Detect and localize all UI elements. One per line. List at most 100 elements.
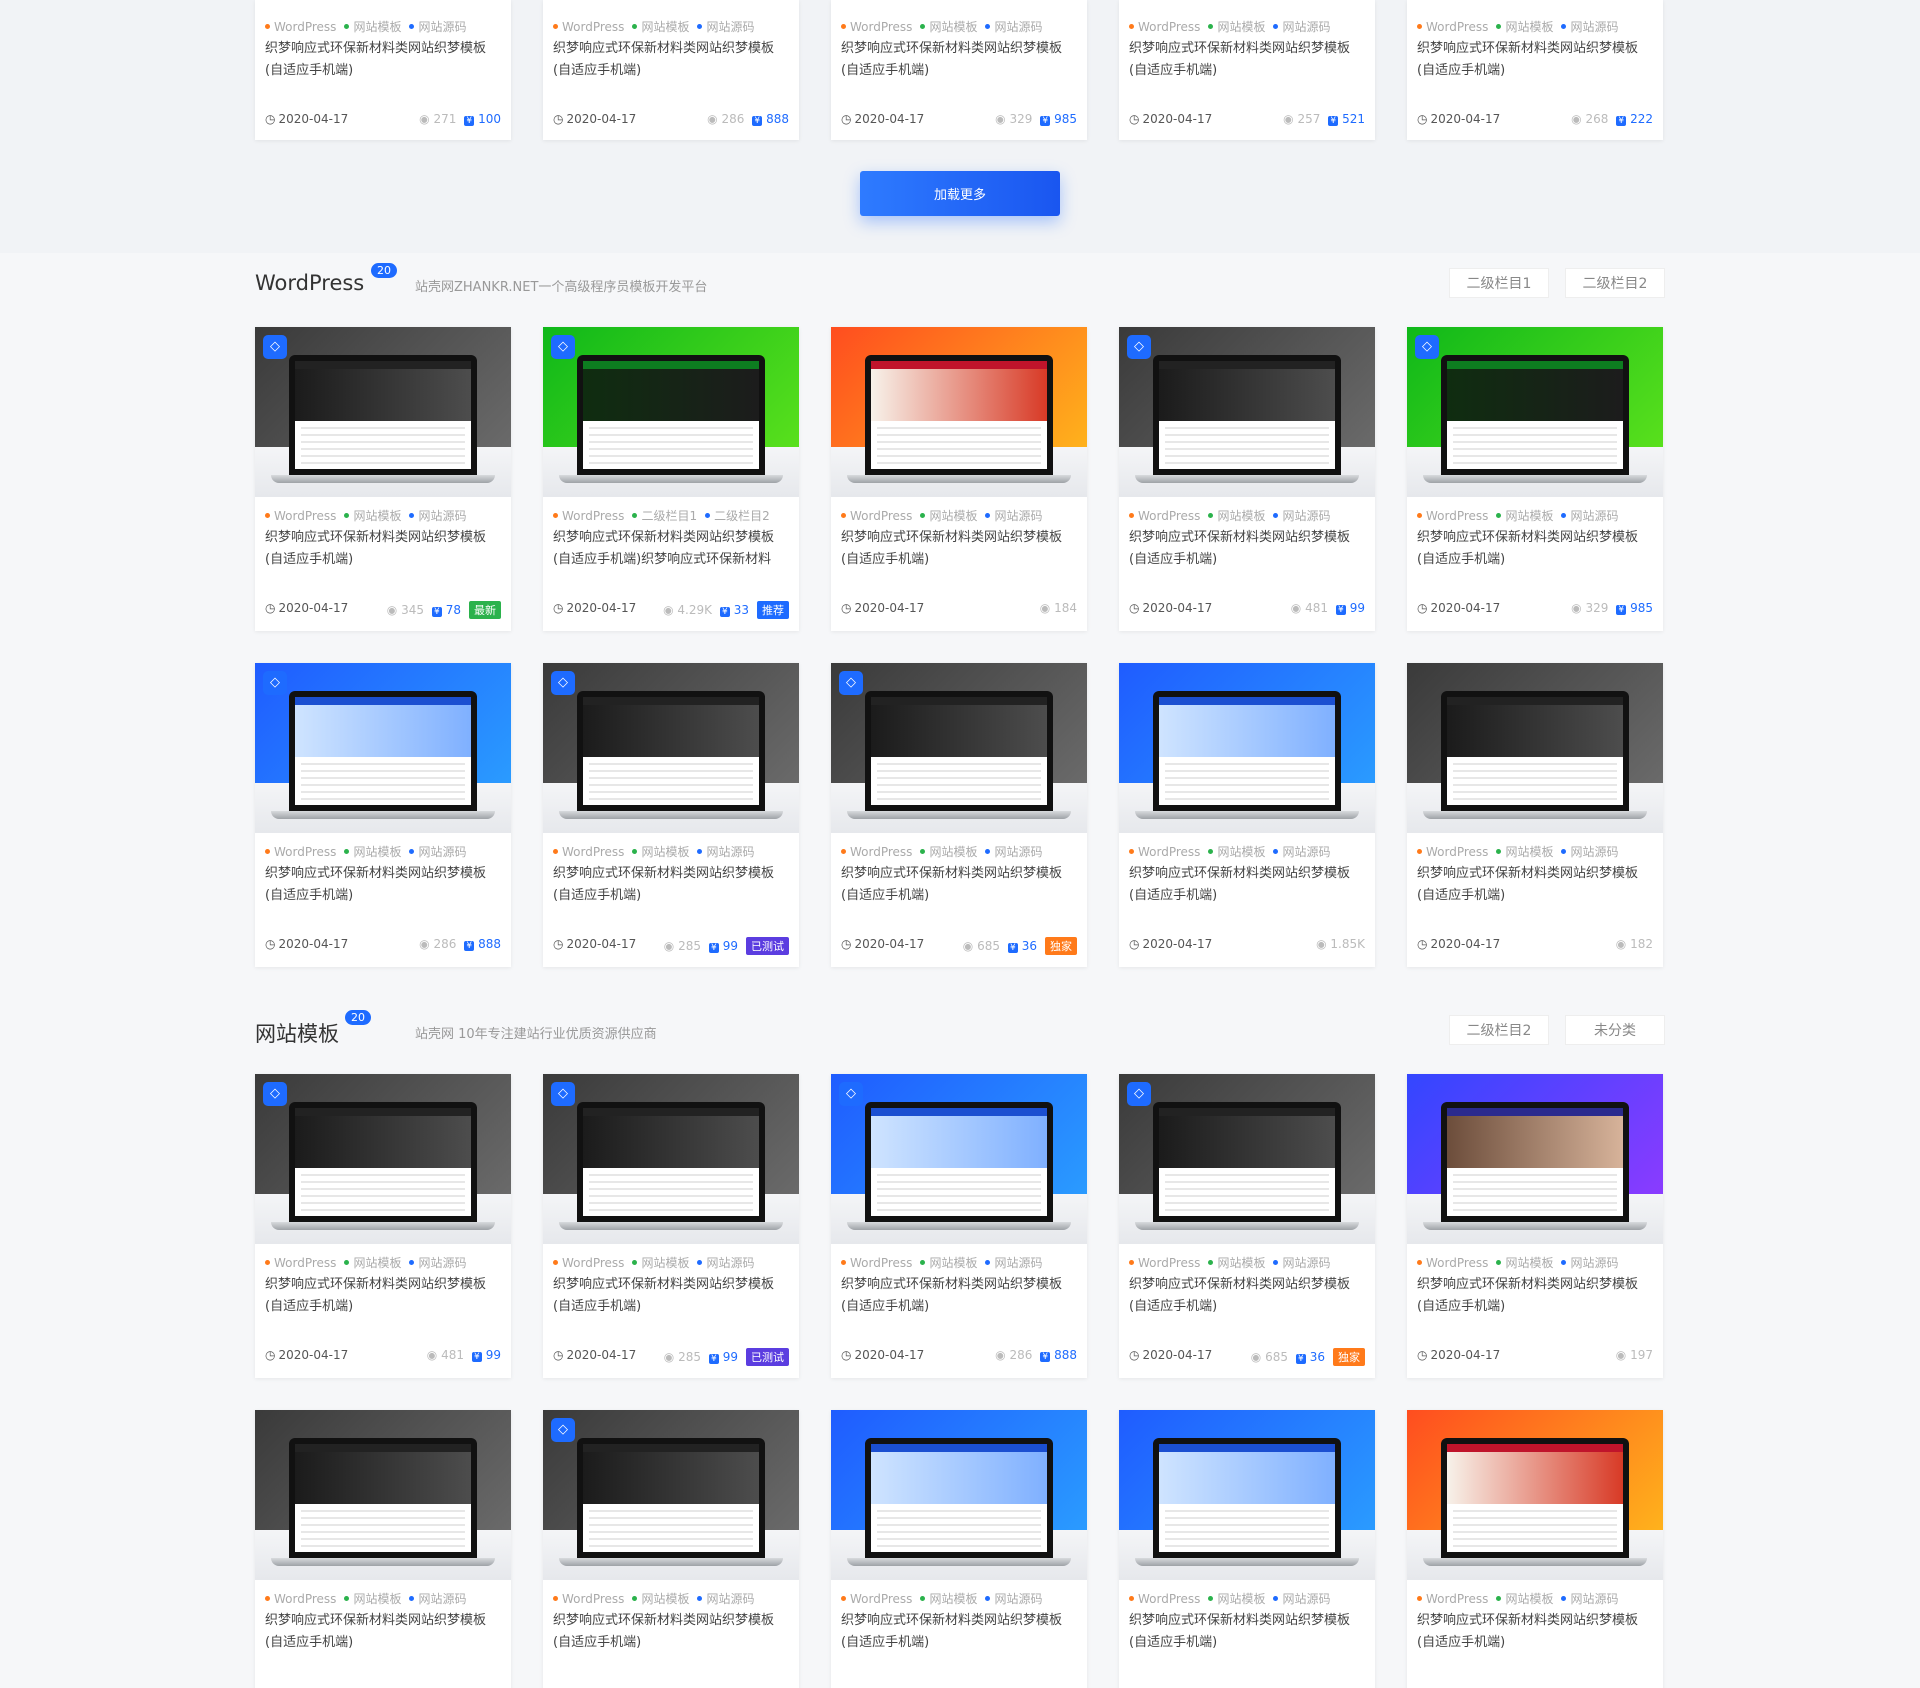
card-title[interactable]: 织梦响应式环保新材料类网站织梦模板(自适应手机端)织梦响应式环保新材料 bbox=[553, 527, 791, 571]
card-title[interactable]: 织梦响应式环保新材料类网站织梦模板(自适应手机端) bbox=[841, 38, 1079, 82]
tag-link[interactable]: WordPress bbox=[553, 1592, 624, 1606]
resource-card[interactable]: WordPress 网站模板 网站源码 织梦响应式环保新材料类网站织梦模板(自适应手机… bbox=[1119, 663, 1375, 967]
tag-link[interactable]: 网站源码 bbox=[1273, 1592, 1330, 1606]
tag-link[interactable]: 网站模板 bbox=[632, 845, 689, 859]
tag-link[interactable]: WordPress bbox=[1417, 1256, 1488, 1270]
card-title[interactable]: 织梦响应式环保新材料类网站织梦模板(自适应手机端) bbox=[265, 1274, 503, 1318]
tag-link[interactable]: 网站模板 bbox=[1496, 1592, 1553, 1606]
card-thumbnail[interactable] bbox=[1407, 1410, 1663, 1580]
card-title[interactable]: 织梦响应式环保新材料类网站织梦模板(自适应手机端) bbox=[1417, 1274, 1655, 1318]
card-title[interactable]: 织梦响应式环保新材料类网站织梦模板(自适应手机端) bbox=[1417, 527, 1655, 571]
tag-link[interactable]: 网站源码 bbox=[1273, 1256, 1330, 1270]
card-thumbnail[interactable] bbox=[1407, 663, 1663, 833]
card-title[interactable]: 织梦响应式环保新材料类网站织梦模板(自适应手机端) bbox=[1129, 863, 1367, 907]
tag-link[interactable]: 网站模板 bbox=[920, 1256, 977, 1270]
tag-link[interactable]: WordPress bbox=[1129, 509, 1200, 523]
card-title[interactable]: 织梦响应式环保新材料类网站织梦模板(自适应手机端) bbox=[553, 1274, 791, 1318]
tag-link[interactable]: 网站源码 bbox=[409, 845, 466, 859]
card-thumbnail[interactable]: ◇ bbox=[255, 1074, 511, 1244]
card-title[interactable]: 织梦响应式环保新材料类网站织梦模板(自适应手机端) bbox=[1417, 863, 1655, 907]
tag-link[interactable]: 网站源码 bbox=[985, 1592, 1042, 1606]
tag-link[interactable]: 二级栏目2 bbox=[705, 509, 770, 523]
tag-link[interactable]: 网站模板 bbox=[920, 845, 977, 859]
resource-card[interactable]: ◇ WordPress 网站模板 网站源码 织梦响应式环保新材料类网站织梦模板(自适应手… bbox=[255, 1074, 511, 1378]
card-thumbnail[interactable]: ◇ bbox=[543, 1074, 799, 1244]
card-title[interactable]: 织梦响应式环保新材料类网站织梦模板(自适应手机端) bbox=[553, 863, 791, 907]
tag-link[interactable]: WordPress bbox=[1129, 1592, 1200, 1606]
card-title[interactable]: 织梦响应式环保新材料类网站织梦模板(自适应手机端) bbox=[553, 1610, 791, 1654]
tag-link[interactable]: 网站模板 bbox=[1208, 20, 1265, 34]
resource-card[interactable]: WordPress 网站模板 网站源码 织梦响应式环保新材料类网站织梦模板(自适应手机… bbox=[1407, 1410, 1663, 1688]
section-title[interactable]: 网站模板 bbox=[255, 1018, 339, 1048]
tag-link[interactable]: WordPress bbox=[265, 1256, 336, 1270]
resource-card[interactable]: ◇ WordPress 网站模板 网站源码 织梦响应式环保新材料类网站织梦模板(自适应手… bbox=[255, 663, 511, 967]
tag-link[interactable]: WordPress bbox=[1417, 1592, 1488, 1606]
tag-link[interactable]: 网站源码 bbox=[697, 845, 754, 859]
card-thumbnail[interactable] bbox=[1407, 1074, 1663, 1244]
tag-link[interactable]: WordPress bbox=[1129, 20, 1200, 34]
tag-link[interactable]: 网站模板 bbox=[1496, 20, 1553, 34]
resource-card[interactable]: WordPress 网站模板 网站源码织梦响应式环保新材料类网站织梦模板(自适应手机… bbox=[1119, 1410, 1375, 1688]
card-title[interactable]: 织梦响应式环保新材料类网站织梦模板(自适应手机端) bbox=[265, 863, 503, 907]
tag-link[interactable]: 网站模板 bbox=[920, 20, 977, 34]
tag-link[interactable]: 网站源码 bbox=[985, 20, 1042, 34]
tag-link[interactable]: 网站源码 bbox=[1561, 509, 1618, 523]
card-thumbnail[interactable]: ◇ bbox=[1407, 327, 1663, 497]
resource-card[interactable]: WordPress 网站模板 网站源码 织梦响应式环保新材料类网站织梦模板(自适应手机… bbox=[1119, 0, 1375, 140]
tag-link[interactable]: 网站模板 bbox=[344, 20, 401, 34]
tag-link[interactable]: WordPress bbox=[265, 20, 336, 34]
resource-card[interactable]: ◇ WordPress 网站模板 网站源码织梦响应式环保新材料类网站织梦模板(自适应手… bbox=[1407, 327, 1663, 631]
tag-link[interactable]: 网站源码 bbox=[409, 20, 466, 34]
tag-link[interactable]: 网站模板 bbox=[1208, 1256, 1265, 1270]
tag-link[interactable]: 网站源码 bbox=[1561, 1592, 1618, 1606]
tag-link[interactable]: 网站模板 bbox=[632, 20, 689, 34]
tag-link[interactable]: 网站源码 bbox=[697, 1256, 754, 1270]
tag-link[interactable]: WordPress bbox=[1129, 1256, 1200, 1270]
tag-link[interactable]: 网站源码 bbox=[697, 1592, 754, 1606]
tag-link[interactable]: 网站源码 bbox=[1561, 1256, 1618, 1270]
card-thumbnail[interactable]: ◇ bbox=[543, 663, 799, 833]
resource-card[interactable]: ◇ WordPress 网站模板 网站源码 织梦响应式环保新材料类网站织梦模板(自适应手… bbox=[543, 1074, 799, 1378]
card-title[interactable]: 织梦响应式环保新材料类网站织梦模板(自适应手机端) bbox=[265, 38, 503, 82]
resource-card[interactable]: ◇ WordPress 网站模板 网站源码 织梦响应式环保新材料类网站织梦模板(自适应手… bbox=[831, 663, 1087, 967]
tag-link[interactable]: WordPress bbox=[841, 20, 912, 34]
tag-link[interactable]: WordPress bbox=[1417, 509, 1488, 523]
card-thumbnail[interactable]: ◇ bbox=[831, 1074, 1087, 1244]
tag-link[interactable]: 网站模板 bbox=[1208, 1592, 1265, 1606]
tag-link[interactable]: WordPress bbox=[1417, 20, 1488, 34]
tag-link[interactable]: 网站模板 bbox=[1496, 509, 1553, 523]
tag-link[interactable]: 网站源码 bbox=[1273, 509, 1330, 523]
tag-link[interactable]: 网站源码 bbox=[1561, 845, 1618, 859]
resource-card[interactable]: WordPress 网站模板 网站源码 织梦响应式环保新材料类网站织梦模板(自适应手机… bbox=[255, 1410, 511, 1688]
tag-link[interactable]: WordPress bbox=[553, 1256, 624, 1270]
card-thumbnail[interactable] bbox=[255, 1410, 511, 1580]
card-thumbnail[interactable]: ◇ bbox=[1119, 327, 1375, 497]
tag-link[interactable]: WordPress bbox=[553, 509, 624, 523]
tag-link[interactable]: 网站源码 bbox=[409, 1256, 466, 1270]
tag-link[interactable]: WordPress bbox=[841, 1592, 912, 1606]
card-title[interactable]: 织梦响应式环保新材料类网站织梦模板(自适应手机端) bbox=[841, 1610, 1079, 1654]
tag-link[interactable]: 网站源码 bbox=[985, 845, 1042, 859]
card-title[interactable]: 织梦响应式环保新材料类网站织梦模板(自适应手机端) bbox=[1129, 1610, 1367, 1654]
tag-link[interactable]: 网站模板 bbox=[920, 1592, 977, 1606]
card-thumbnail[interactable]: ◇ bbox=[1119, 1074, 1375, 1244]
tag-link[interactable]: 网站源码 bbox=[1273, 20, 1330, 34]
tag-link[interactable]: 二级栏目1 bbox=[632, 509, 697, 523]
tag-link[interactable]: 网站模板 bbox=[344, 1592, 401, 1606]
resource-card[interactable]: ◇ WordPress 网站模板 网站源码织梦响应式环保新材料类网站织梦模板(自适应手… bbox=[1119, 1074, 1375, 1378]
section-tab[interactable]: 二级栏目1 bbox=[1449, 268, 1549, 298]
section-tab[interactable]: 二级栏目2 bbox=[1565, 268, 1665, 298]
tag-link[interactable]: 网站源码 bbox=[985, 509, 1042, 523]
resource-card[interactable]: ◇ WordPress 二级栏目1 二级栏目2 织梦响应式环保新材料类网站织梦模板(自适… bbox=[543, 327, 799, 631]
tag-link[interactable]: WordPress bbox=[265, 845, 336, 859]
card-thumbnail[interactable]: ◇ bbox=[543, 1410, 799, 1580]
card-thumbnail[interactable]: ◇ bbox=[543, 327, 799, 497]
resource-card[interactable]: WordPress 网站模板 网站源码织梦响应式环保新材料类网站织梦模板(自适应手机… bbox=[831, 1410, 1087, 1688]
card-title[interactable]: 织梦响应式环保新材料类网站织梦模板(自适应手机端) bbox=[265, 1610, 503, 1654]
card-title[interactable]: 织梦响应式环保新材料类网站织梦模板(自适应手机端) bbox=[1129, 1274, 1367, 1318]
tag-link[interactable]: 网站模板 bbox=[344, 509, 401, 523]
card-thumbnail[interactable] bbox=[1119, 1410, 1375, 1580]
resource-card[interactable]: ◇ WordPress 网站模板 网站源码 织梦响应式环保新材料类网站织梦模板(自适应手… bbox=[831, 1074, 1087, 1378]
tag-link[interactable]: 网站源码 bbox=[1561, 20, 1618, 34]
tag-link[interactable]: WordPress bbox=[841, 845, 912, 859]
